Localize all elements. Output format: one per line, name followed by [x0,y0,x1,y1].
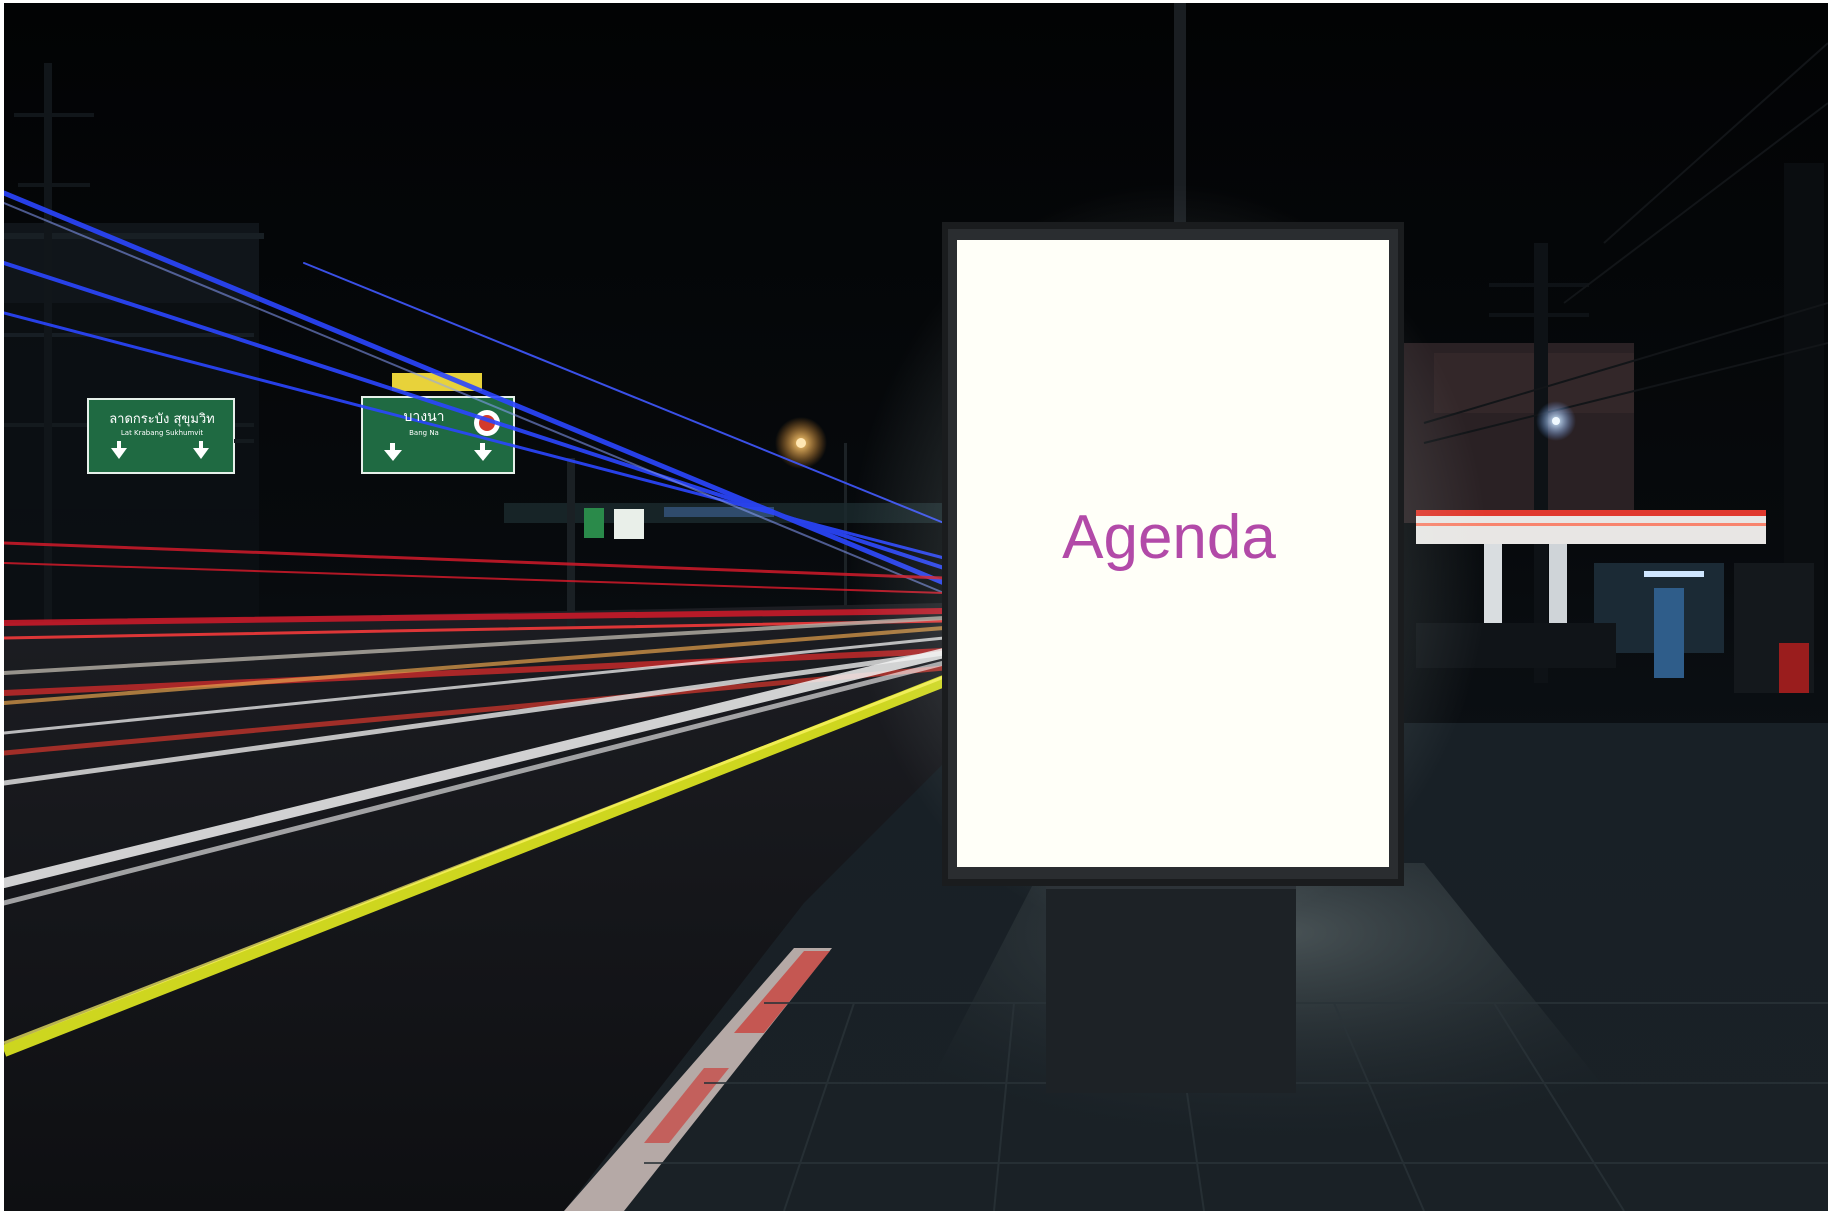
scene-illustration [4,3,1828,1211]
road-sign-left-thai: ลาดกระบัง สุขุมวิท [109,412,215,427]
road-sign-right-latin: Bang Na [409,429,439,437]
night-street-scene: Agenda ลาดกระบัง สุขุมวิท Lat Krabang Su… [4,3,1828,1211]
poster-headline: Agenda [1062,503,1276,572]
road-sign-left-latin: Lat Krabang Sukhumvit [120,429,204,437]
road-sign-right-thai: บางนา [403,409,445,425]
